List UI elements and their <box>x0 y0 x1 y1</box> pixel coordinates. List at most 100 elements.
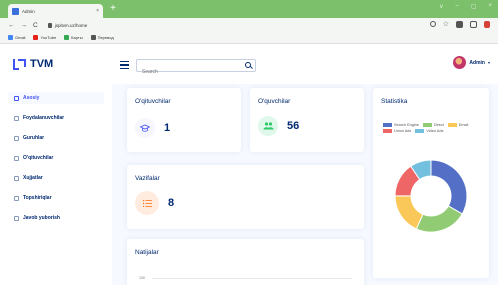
app-header: TVM Admin ▾ <box>0 44 498 84</box>
chart-legend: Search Engine Direct Email Union Ads Video A… <box>383 123 483 133</box>
browser-tab[interactable]: Admin × <box>8 4 103 18</box>
forward-button[interactable]: → <box>21 22 28 29</box>
card-title: O'qituvchilar <box>135 98 171 105</box>
stat-row: 1 <box>135 118 170 138</box>
bookmark-maps[interactable]: Карты <box>64 35 83 40</box>
translate-icon <box>90 35 96 40</box>
legend-label: Direct <box>433 123 444 127</box>
url-text: jspitvm.uz/home <box>54 22 88 28</box>
legend-item[interactable]: Search Engine <box>383 123 419 127</box>
legend-swatch <box>383 129 392 133</box>
sidepanel-icon[interactable] <box>470 21 477 28</box>
sidebar-item-users[interactable]: Foydalanuvchilar <box>8 112 104 124</box>
new-tab-button[interactable]: + <box>107 3 119 15</box>
bookmark-gmail[interactable]: Gmail <box>8 35 25 40</box>
menu-toggle-icon[interactable] <box>120 61 129 69</box>
legend-item[interactable]: Union Ads <box>383 129 411 133</box>
extensions-icon[interactable] <box>456 21 463 28</box>
sidebar-item-label: Foydalanuvchilar <box>23 115 65 121</box>
send-icon <box>14 215 19 221</box>
brand-name: TVM <box>30 58 54 70</box>
sidebar-item-documents[interactable]: Xujjatlar <box>8 172 104 184</box>
back-button[interactable]: ← <box>8 22 15 29</box>
document-icon <box>14 175 19 181</box>
results-gridline <box>152 278 352 279</box>
card-title: O'quvchilar <box>258 98 291 105</box>
tab-close-icon[interactable]: × <box>96 8 99 14</box>
logo-icon <box>13 58 27 70</box>
teachers-card: O'qituvchilar 1 <box>127 88 241 152</box>
close-window-button[interactable]: × <box>488 3 492 10</box>
bookmark-youtube[interactable]: YouTube <box>33 35 56 40</box>
maps-icon <box>64 35 70 40</box>
sidebar-item-label: O'qituvchilar <box>23 155 54 161</box>
chevron-down-icon: ▾ <box>487 60 490 65</box>
students-count: 56 <box>287 120 300 132</box>
person-icon <box>14 115 19 121</box>
sidebar-item-label: Xujjatlar <box>23 175 43 181</box>
star-icon[interactable]: ☆ <box>443 21 449 28</box>
brand-logo[interactable]: TVM <box>13 58 53 70</box>
bookmark-translate[interactable]: Перевод <box>90 35 114 40</box>
stat-row: 56 <box>258 116 299 136</box>
card-title: Natijalar <box>135 249 159 256</box>
gmail-icon <box>8 35 13 40</box>
legend-item[interactable]: Email <box>447 123 468 127</box>
users-icon <box>258 116 278 136</box>
legend-item[interactable]: Video Ads <box>415 129 443 133</box>
sidebar-item-submit[interactable]: Javob yuborish <box>8 212 104 224</box>
minimize-button[interactable]: – <box>455 3 458 10</box>
youtube-icon <box>33 35 39 40</box>
card-title: Vazifalar <box>135 175 160 182</box>
card-title: Statistika <box>381 98 408 105</box>
bookmark-label: YouTube <box>40 35 57 40</box>
legend-item[interactable]: Direct <box>422 123 444 127</box>
search-input[interactable] <box>137 66 237 78</box>
bookmark-label: Gmail <box>15 35 26 40</box>
profile-menu[interactable]: Admin ▾ <box>453 56 490 69</box>
sidebar-item-label: Javob yuborish <box>23 215 60 221</box>
legend-label: Search Engine <box>394 123 419 127</box>
dashboard-icon <box>14 95 19 101</box>
address-bar: ← → C jspitvm.uz/home ☆ <box>0 18 498 32</box>
tab-search-icon[interactable]: ∨ <box>439 3 443 10</box>
lock-icon <box>47 22 52 28</box>
window-controls: ∨ – ▢ × <box>439 3 492 10</box>
favicon-icon <box>12 7 19 15</box>
sidebar-item-tasks[interactable]: Topshiriqlar <box>8 192 104 204</box>
list-icon <box>135 191 159 215</box>
legend-label: Union Ads <box>394 129 412 133</box>
browser-tab-bar: Admin × + ∨ – ▢ × <box>0 0 498 18</box>
pie-slice-direct[interactable] <box>415 205 463 233</box>
url-field[interactable]: jspitvm.uz/home <box>47 22 88 28</box>
stat-row: 8 <box>135 191 174 215</box>
students-card: O'quvchilar 56 <box>250 88 364 152</box>
sidebar: Asosiy Foydalanuvchilar Guruhlar O'qituv… <box>0 84 112 285</box>
nav-buttons: ← → C <box>8 22 38 29</box>
list-icon <box>14 195 19 201</box>
people-icon <box>14 135 19 141</box>
tasks-count: 8 <box>168 197 175 209</box>
sidebar-item-label: Guruhlar <box>23 135 45 141</box>
profile-icon[interactable] <box>484 21 490 28</box>
share-icon[interactable] <box>429 21 436 27</box>
search-bar <box>136 59 256 78</box>
bookmark-label: Карты <box>71 35 83 40</box>
sidebar-item-label: Asosiy <box>23 95 40 101</box>
sidebar-item-teachers[interactable]: O'qituvchilar <box>8 152 104 164</box>
pie-slice-email[interactable] <box>394 195 424 230</box>
reload-button[interactable]: C <box>33 22 38 29</box>
search-icon[interactable] <box>245 62 251 68</box>
teachers-count: 1 <box>164 122 171 134</box>
tab-title: Admin <box>22 8 35 14</box>
sidebar-item-asosiy[interactable]: Asosiy <box>8 92 104 104</box>
sidebar-item-label: Topshiriqlar <box>23 195 52 201</box>
maximize-button[interactable]: ▢ <box>471 3 477 10</box>
legend-swatch <box>447 123 457 127</box>
sidebar-item-groups[interactable]: Guruhlar <box>8 132 104 144</box>
tasks-card: Vazifalar 8 <box>127 165 364 229</box>
bookmark-label: Перевод <box>97 35 114 40</box>
admin-name: Admin <box>469 59 485 66</box>
pie-chart <box>394 159 468 233</box>
legend-swatch <box>415 129 425 133</box>
